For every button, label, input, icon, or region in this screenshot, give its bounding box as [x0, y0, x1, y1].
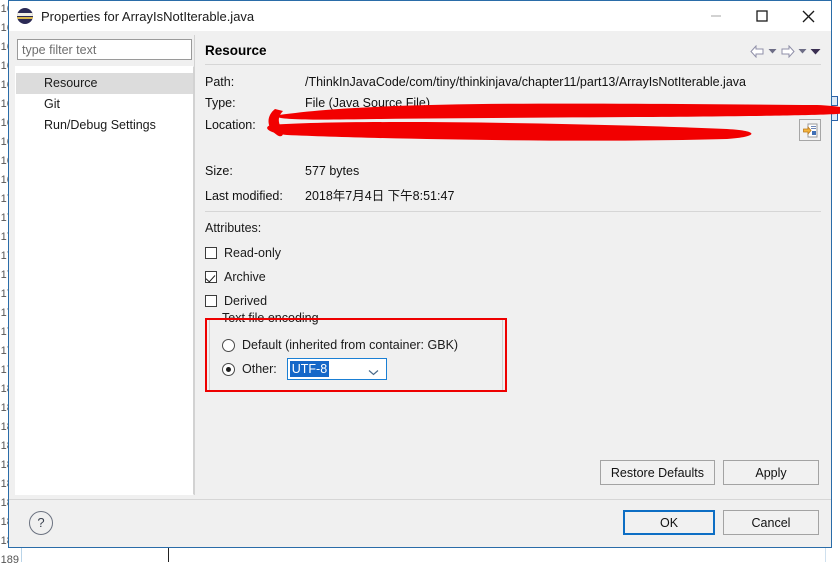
location-value-redacted: [305, 117, 308, 151]
page-nav-icons: [750, 43, 821, 58]
location-value-line1: [305, 117, 308, 134]
derived-label: Derived: [224, 293, 268, 308]
last-modified-value: 2018年7月4日 下午8:51:47: [305, 189, 455, 203]
back-menu-chevron-down-icon[interactable]: [768, 48, 777, 55]
sidebar-item-run-debug-settings[interactable]: Run/Debug Settings: [16, 115, 193, 136]
settings-page: Resource Path: /ThinkInJavaCode/com/tiny…: [194, 35, 840, 495]
dialog-title: Properties for ArrayIsNotIterable.java: [41, 8, 255, 24]
encoding-combo[interactable]: UTF-8: [286, 358, 387, 380]
encoding-group-legend: Text file encoding: [219, 311, 322, 325]
encoding-default-label: Default (inherited from container: GBK): [242, 338, 459, 352]
open-location-icon[interactable]: [799, 119, 821, 141]
encoding-other-label: Other:: [242, 362, 277, 376]
path-value: /ThinkInJavaCode/com/tiny/thinkinjava/ch…: [305, 75, 746, 89]
window-controls: [693, 1, 831, 31]
dialog-main: type filter text Resource Git Run/Debug …: [9, 31, 840, 495]
encoding-other-option[interactable]: Other: UTF-8: [210, 357, 502, 381]
editor-line-number: 189: [0, 554, 19, 566]
page-header: Resource: [195, 35, 831, 58]
cancel-button[interactable]: Cancel: [723, 510, 819, 535]
type-row: Type: File (Java Source File): [205, 96, 821, 110]
help-icon[interactable]: ?: [29, 510, 53, 535]
text-file-encoding-section: Text file encoding Default (inherited fr…: [205, 311, 507, 392]
forward-menu-chevron-down-icon[interactable]: [798, 48, 807, 55]
type-label: Type:: [205, 96, 236, 110]
back-arrow-icon[interactable]: [750, 45, 765, 58]
sidebar-item-git[interactable]: Git: [16, 94, 193, 115]
attributes-label: Attributes:: [205, 221, 262, 235]
page-title: Resource: [205, 43, 267, 58]
attribute-archive[interactable]: Archive: [205, 266, 821, 287]
encoding-other-radio[interactable]: [222, 362, 235, 376]
dialog-title-bar[interactable]: Properties for ArrayIsNotIterable.java: [9, 1, 831, 31]
last-modified-row: Last modified: 2018年7月4日 下午8:51:47: [205, 185, 821, 204]
content-divider: [205, 211, 821, 212]
close-button[interactable]: [785, 1, 831, 31]
read-only-label: Read-only: [224, 245, 281, 260]
attribute-derived[interactable]: Derived: [205, 290, 821, 311]
maximize-button[interactable]: [739, 1, 785, 31]
dialog-body: type filter text Resource Git Run/Debug …: [9, 31, 840, 547]
dialog-footer: ? OK Cancel: [9, 500, 831, 547]
settings-sidebar: type filter text Resource Git Run/Debug …: [9, 35, 194, 495]
last-modified-label: Last modified:: [205, 189, 283, 203]
location-label: Location:: [205, 118, 256, 132]
type-value: File (Java Source File): [305, 96, 431, 110]
attribute-read-only[interactable]: Read-only: [205, 242, 821, 263]
encoding-default-radio[interactable]: [222, 338, 235, 352]
encoding-default-option[interactable]: Default (inherited from container: GBK): [210, 333, 502, 357]
archive-checkbox[interactable]: [205, 270, 217, 283]
chevron-down-icon[interactable]: [368, 365, 379, 379]
derived-checkbox[interactable]: [205, 294, 217, 307]
apply-button[interactable]: Apply: [723, 460, 819, 485]
page-button-strip: Restore Defaults Apply: [195, 460, 831, 495]
settings-tree[interactable]: Resource Git Run/Debug Settings: [15, 66, 194, 495]
text-file-encoding-group: Text file encoding Default (inherited fr…: [209, 311, 503, 392]
editor-caret: [168, 548, 169, 562]
eclipse-globe-icon: [17, 8, 33, 24]
resource-page-content: Path: /ThinkInJavaCode/com/tiny/thinkinj…: [195, 65, 840, 460]
archive-label: Archive: [224, 269, 266, 284]
forward-arrow-icon[interactable]: [780, 45, 795, 58]
restore-defaults-button[interactable]: Restore Defaults: [599, 460, 715, 485]
read-only-checkbox[interactable]: [205, 246, 217, 259]
size-value: 577 bytes: [305, 164, 360, 178]
view-menu-icon[interactable]: [810, 48, 821, 56]
path-label: Path:: [205, 75, 235, 89]
path-row: Path: /ThinkInJavaCode/com/tiny/thinkinj…: [205, 75, 821, 89]
ok-button[interactable]: OK: [623, 510, 715, 535]
properties-dialog: Properties for ArrayIsNotIterable.java t…: [8, 0, 840, 548]
location-row: Location:: [205, 117, 821, 157]
sidebar-item-resource[interactable]: Resource: [16, 73, 193, 94]
location-value-line2: [305, 134, 308, 151]
size-label: Size:: [205, 164, 233, 178]
minimize-button[interactable]: [693, 1, 739, 31]
encoding-combo-value: UTF-8: [289, 361, 330, 377]
size-row: Size: 577 bytes: [205, 164, 821, 178]
filter-input[interactable]: type filter text: [17, 39, 192, 60]
